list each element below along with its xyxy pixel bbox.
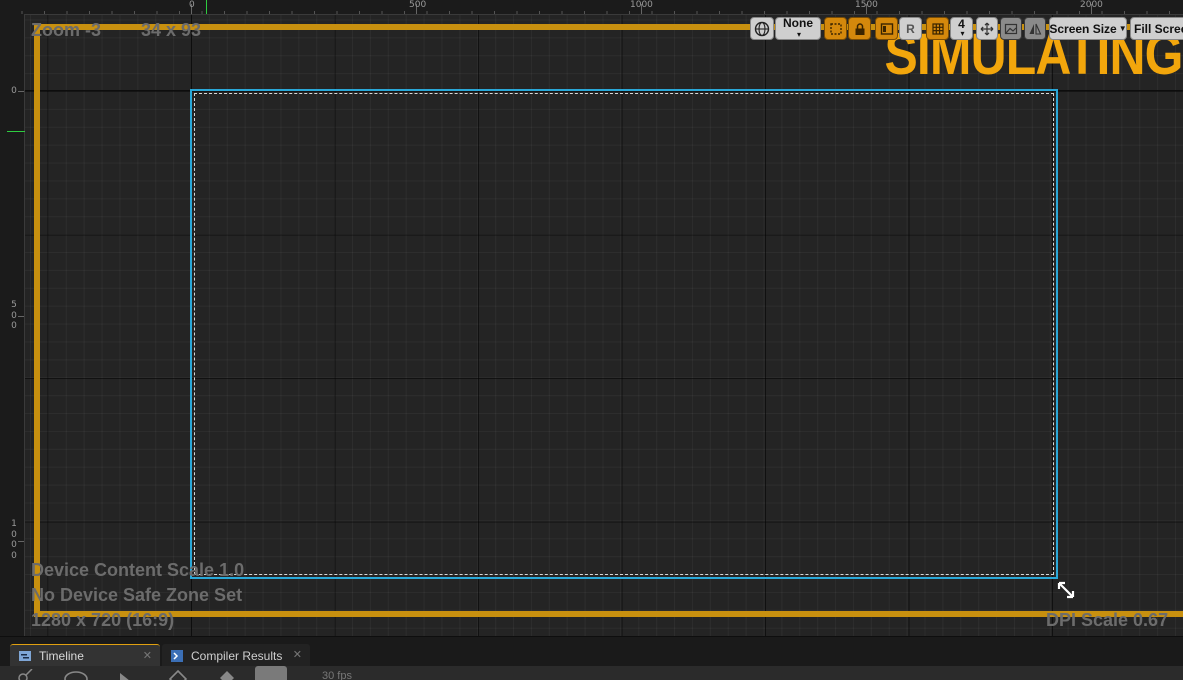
- compiler-icon: [171, 649, 183, 662]
- outline-icon: [829, 22, 842, 35]
- ruler-cursor-marker: [206, 0, 207, 14]
- globe-icon: [754, 21, 770, 36]
- ruler-horizontal[interactable]: 0 500 1000 1500 2000: [0, 0, 1183, 15]
- ruler-top-label: 1000: [630, 0, 653, 10]
- safe-area-outline: [194, 93, 1054, 575]
- chevron-down-icon: ▾: [960, 28, 965, 38]
- diamond-icon[interactable]: [168, 669, 188, 680]
- dpi-scale-text: DPI Scale 0.67: [1046, 610, 1169, 630]
- screen-size-label: Screen Size: [1049, 21, 1117, 36]
- background-toggle-button[interactable]: [1000, 17, 1022, 40]
- ruler-left-label-1000: 1000: [11, 519, 17, 561]
- device-content-scale-text: Device Content Scale 1.0: [31, 560, 245, 580]
- ruler-top-label: 1500: [855, 0, 878, 10]
- culture-dropdown-label: None: [783, 15, 813, 30]
- close-icon[interactable]: ✕: [143, 649, 152, 662]
- tab-timeline[interactable]: Timeline ✕: [10, 644, 160, 667]
- zoom-level-text: Zoom -3: [31, 20, 101, 40]
- chevron-down-icon: ▼: [1118, 24, 1127, 33]
- reset-button[interactable]: R: [899, 17, 922, 40]
- viewport-toolbar: None ▾ R 4 ▾ Screen Size ▼ Fill Scre: [750, 17, 1183, 41]
- key-icon[interactable]: [18, 669, 34, 680]
- layout-icon: [880, 22, 893, 35]
- designer-canvas[interactable]: Zoom -3 34 x 93 Device Content Scale 1.0…: [25, 15, 1183, 636]
- screen-size-dropdown[interactable]: Screen Size ▼: [1049, 17, 1127, 40]
- move-icon: [980, 22, 994, 35]
- ruler-left-label-500: 500: [11, 300, 17, 331]
- flip-toggle-button[interactable]: [1024, 17, 1046, 40]
- designer-app: 0 500 1000 1500 2000 0 500 1000 Zoom -3 …: [0, 0, 1183, 680]
- ruler-top-label: 500: [409, 0, 427, 10]
- fill-screen-dropdown[interactable]: Fill Screen: [1130, 17, 1183, 40]
- fill-screen-label: Fill Screen: [1134, 21, 1183, 36]
- safe-zone-text: No Device Safe Zone Set: [31, 585, 243, 605]
- close-icon[interactable]: ✕: [293, 648, 302, 661]
- reset-button-label: R: [906, 21, 915, 36]
- widget-size-text: 34 x 93: [141, 20, 202, 40]
- tag-icon[interactable]: [218, 669, 236, 680]
- flip-icon: [1029, 23, 1042, 35]
- ruler-top-label: 2000: [1080, 0, 1103, 10]
- lock-icon: [855, 22, 864, 35]
- panel-tab-bar: Timeline ✕ Compiler Results ✕: [0, 636, 1183, 667]
- grid-size-value: 4: [958, 16, 965, 31]
- outline-toggle-button[interactable]: [824, 17, 847, 40]
- culture-dropdown[interactable]: None ▾: [775, 17, 821, 40]
- tab-timeline-label: Timeline: [39, 649, 84, 663]
- ruler-vertical[interactable]: 0 500 1000: [0, 14, 25, 636]
- transform-snap-button[interactable]: [976, 17, 998, 40]
- resolution-text: 1280 x 720 (16:9): [31, 610, 175, 630]
- fps-dropdown[interactable]: 30 fps: [322, 670, 352, 680]
- resize-handle-icon[interactable]: [1056, 580, 1076, 600]
- chevron-down-icon: ▾: [796, 29, 801, 39]
- ruler-cursor-marker: [7, 131, 25, 132]
- timeline-toolbar: 30 fps: [0, 666, 1183, 680]
- grid-size-dropdown[interactable]: 4 ▾: [950, 17, 973, 40]
- tab-compiler-results[interactable]: Compiler Results ✕: [162, 644, 310, 667]
- grid-snap-toggle-button[interactable]: [926, 17, 949, 40]
- image-icon: [1004, 23, 1018, 34]
- ruler-top-label: 0: [189, 0, 195, 10]
- ruler-left-label-0: 0: [11, 86, 17, 96]
- respect-locks-button[interactable]: [875, 17, 898, 40]
- timeline-icon: [19, 651, 31, 661]
- grid-icon: [931, 22, 944, 35]
- widget-bounds-frame[interactable]: [190, 89, 1058, 579]
- tab-compiler-label: Compiler Results: [191, 648, 283, 663]
- eye-icon[interactable]: [64, 669, 92, 680]
- avatar[interactable]: [255, 666, 287, 680]
- play-icon[interactable]: [118, 669, 134, 680]
- lock-toggle-button[interactable]: [848, 17, 871, 40]
- localization-preview-button[interactable]: [750, 17, 774, 40]
